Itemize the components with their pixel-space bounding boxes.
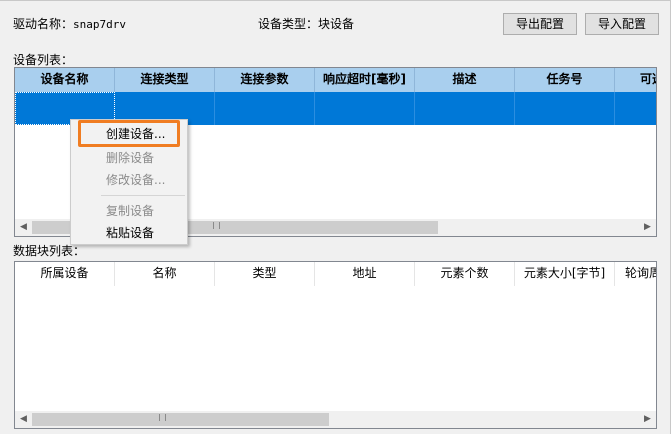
column-header-name[interactable]: 名称 <box>115 262 215 286</box>
scrollbar-thumb[interactable] <box>32 413 329 426</box>
scroll-right-arrow-icon[interactable]: ▶ <box>639 411 656 428</box>
column-header-description[interactable]: 描述 <box>415 68 515 92</box>
table-cell[interactable] <box>415 92 515 125</box>
table-cell[interactable] <box>615 92 656 125</box>
menu-item-paste-device[interactable]: 粘贴设备 <box>71 222 187 244</box>
table-cell[interactable] <box>315 92 415 125</box>
menu-item-copy-device[interactable]: 复制设备 <box>71 200 187 222</box>
driver-label-text: 驱动名称： <box>13 17 74 31</box>
device-type-value: 块设备 <box>318 17 355 31</box>
column-header-type[interactable]: 类型 <box>215 262 315 286</box>
block-list-table[interactable]: 所属设备 名称 类型 地址 元素个数 元素大小[字节] 轮询周 ◀ ▶ <box>14 261 657 429</box>
column-header-task-number[interactable]: 任务号 <box>515 68 615 92</box>
device-type-label-text: 设备类型： <box>258 17 319 31</box>
column-header-response-timeout[interactable]: 响应超时[毫秒] <box>315 68 415 92</box>
column-header-element-size[interactable]: 元素大小[字节] <box>515 262 615 286</box>
scroll-left-arrow-icon[interactable]: ◀ <box>15 411 32 428</box>
highlight-box <box>78 120 180 147</box>
menu-item-delete-device[interactable]: 删除设备 <box>71 147 187 169</box>
column-header-connection-type[interactable]: 连接类型 <box>115 68 215 92</box>
column-header-device-name[interactable]: 设备名称 <box>15 68 115 92</box>
driver-name-value: snap7drv <box>73 18 126 31</box>
scrollbar-grip-icon <box>159 414 166 421</box>
import-config-button[interactable]: 导入配置 <box>585 13 659 35</box>
column-header-element-count[interactable]: 元素个数 <box>415 262 515 286</box>
scroll-right-arrow-icon[interactable]: ▶ <box>639 219 656 236</box>
column-header-connection-params[interactable]: 连接参数 <box>215 68 315 92</box>
column-header-owner-device[interactable]: 所属设备 <box>15 262 115 286</box>
block-list-header: 所属设备 名称 类型 地址 元素个数 元素大小[字节] 轮询周 <box>15 262 656 286</box>
block-list-horizontal-scrollbar[interactable]: ◀ ▶ <box>15 411 656 428</box>
menu-separator <box>101 195 185 196</box>
table-cell[interactable] <box>515 92 615 125</box>
scrollbar-grip-icon <box>213 222 220 229</box>
menu-item-modify-device[interactable]: 修改设备... <box>71 169 187 191</box>
window-top-border <box>0 0 671 1</box>
export-config-button[interactable]: 导出配置 <box>503 13 577 35</box>
device-list-label: 设备列表： <box>13 53 74 67</box>
device-list-header: 设备名称 连接类型 连接参数 响应超时[毫秒] 描述 任务号 可选 <box>15 68 656 92</box>
column-header-address[interactable]: 地址 <box>315 262 415 286</box>
column-header-poll-cycle[interactable]: 轮询周 <box>615 262 656 286</box>
column-header-optional[interactable]: 可选 <box>615 68 656 92</box>
device-type-label: 设备类型：块设备 <box>258 15 354 32</box>
table-cell[interactable] <box>215 92 315 125</box>
scroll-left-arrow-icon[interactable]: ◀ <box>15 219 32 236</box>
driver-name-label: 驱动名称：snap7drv <box>13 15 126 32</box>
